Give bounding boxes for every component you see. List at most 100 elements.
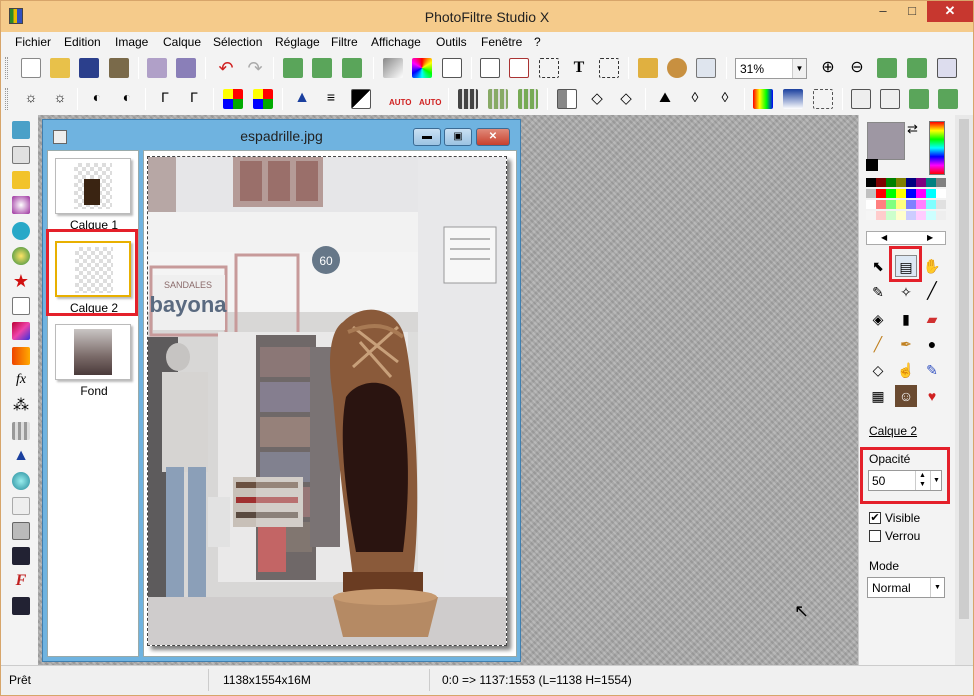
text-effect-icon[interactable] [509,58,529,78]
chevron-down-icon[interactable]: ▼ [930,578,944,597]
palette-swatch[interactable] [936,200,946,209]
auto-levels-icon[interactable]: AUTO [389,89,412,109]
plugins-icon[interactable] [667,58,687,78]
histogram-icon[interactable]: ▲ [292,89,312,109]
fit-window-icon[interactable] [907,58,927,78]
background-color-swatch[interactable] [866,159,878,171]
save-icon[interactable] [79,58,99,78]
window-icon[interactable] [696,58,716,78]
page-icon[interactable] [12,297,30,315]
toolbar-grip[interactable] [5,88,8,110]
swap-colors-icon[interactable]: ⇄ [907,121,918,137]
palette-swatch[interactable] [866,178,876,187]
blur-tool-icon[interactable]: ◇ [867,359,889,381]
bubble-icon[interactable] [12,472,30,490]
lock-checkbox[interactable] [869,530,881,542]
palette-swatch[interactable] [876,200,886,209]
scan-icon[interactable] [176,58,196,78]
menu-fichier[interactable]: Fichier [15,35,51,49]
smudge-tool-icon[interactable]: ☝ [895,359,917,381]
gradient-tool-icon[interactable] [12,322,30,340]
current-color-swatch[interactable] [867,122,905,160]
levels-chart-icon[interactable]: ▲ [12,447,30,465]
select-icon[interactable] [539,58,559,78]
gamma-plus-icon[interactable]: Γ [184,89,204,109]
grayscale-icon[interactable] [383,58,403,78]
explorer-icon[interactable] [638,58,658,78]
flip-horizontal-icon[interactable] [851,89,871,109]
gamma-minus-icon[interactable]: Γ [155,89,175,109]
menu-fenetre[interactable]: Fenêtre [481,35,522,49]
document-close-button[interactable]: ✕ [476,128,510,146]
palette-scroll[interactable]: ◀ ▶ [866,231,946,245]
magic-wand-tool-icon[interactable]: ✧ [895,281,917,303]
close-button[interactable]: ✕ [927,1,973,22]
text-icon[interactable]: T [569,58,589,78]
palette-swatch[interactable] [936,211,946,220]
scrollbar-thumb[interactable] [959,119,969,619]
line-tool-icon[interactable]: ╱ [921,281,943,303]
palette-swatch[interactable] [866,211,876,220]
menu-edition[interactable]: Edition [64,35,101,49]
monitor-icon[interactable] [12,171,30,189]
palette-swatch[interactable] [916,200,926,209]
palette-swatch[interactable] [926,211,936,220]
actual-size-icon[interactable] [877,58,897,78]
eyedropper-tool-icon[interactable]: ✎ [867,281,889,303]
palette-swatch[interactable] [896,211,906,220]
document-maximize-button[interactable]: ▣ [444,128,472,146]
palette-right-icon[interactable]: ▶ [927,232,933,244]
mosaic-icon[interactable] [488,89,508,109]
fullscreen-icon[interactable] [937,58,957,78]
palette-swatch[interactable] [886,211,896,220]
strawberry-tool-icon[interactable]: ♥ [921,385,943,407]
invert-icon[interactable] [351,89,371,109]
book-icon[interactable] [12,497,30,515]
save-2000-icon[interactable] [12,547,30,565]
star-icon[interactable]: ★ [12,272,30,290]
contrast-plus-icon[interactable]: ◐ [117,89,137,109]
colors-icon[interactable] [412,58,432,78]
palette-swatch[interactable] [936,178,946,187]
chevron-down-icon[interactable]: ▼ [792,59,806,78]
calculator-icon[interactable] [12,121,30,139]
palette-swatch[interactable] [906,211,916,220]
palette-swatch[interactable] [866,189,876,198]
redo-icon[interactable]: ↷ [245,58,265,78]
image-copy-icon[interactable] [283,58,303,78]
crop-icon[interactable] [599,58,619,78]
palette-swatch[interactable] [896,178,906,187]
photo-canvas[interactable]: SANDALES bayona 60 [147,156,507,646]
menu-affichage[interactable]: Affichage [371,35,421,49]
brightness-minus-icon[interactable]: ☼ [21,89,41,109]
rotate-right-icon[interactable] [938,89,958,109]
menu-image[interactable]: Image [115,35,148,49]
palette-swatch[interactable] [906,178,916,187]
palette-swatch[interactable] [916,178,926,187]
cluster-icon[interactable]: ⁂ [12,397,30,415]
palette-swatch[interactable] [926,178,936,187]
maximize-button[interactable]: □ [898,1,926,22]
blend-mode-select[interactable]: Normal ▼ [867,577,945,598]
undo-icon[interactable]: ↶ [216,58,236,78]
camera-icon[interactable] [12,222,30,240]
palette-swatch[interactable] [926,189,936,198]
advanced-brush-tool-icon[interactable]: ✒ [895,333,917,355]
menu-selection[interactable]: Sélection [213,35,262,49]
visible-checkbox[interactable]: ✔ [869,512,881,524]
pointer-tool-icon[interactable]: ⬉ [867,255,889,277]
palette-swatch[interactable] [886,200,896,209]
color-palette[interactable] [866,178,946,224]
levels-icon[interactable]: ≡ [321,89,341,109]
zoom-in-icon[interactable]: ⊕ [818,58,838,78]
new-file-icon[interactable] [21,58,41,78]
portrait-tool-icon[interactable]: ☺ [895,385,917,407]
contrast-minus-icon[interactable]: ◐ [87,89,107,109]
fade-icon[interactable] [783,89,803,109]
menu-calque[interactable]: Calque [163,35,201,49]
drop-outline-icon[interactable]: ◊ [715,89,735,109]
sharpen-icon[interactable]: ◇ [616,89,636,109]
menu-filtre[interactable]: Filtre [331,35,358,49]
save-html-icon[interactable] [12,597,30,615]
deform-tool-icon[interactable]: ▦ [867,385,889,407]
